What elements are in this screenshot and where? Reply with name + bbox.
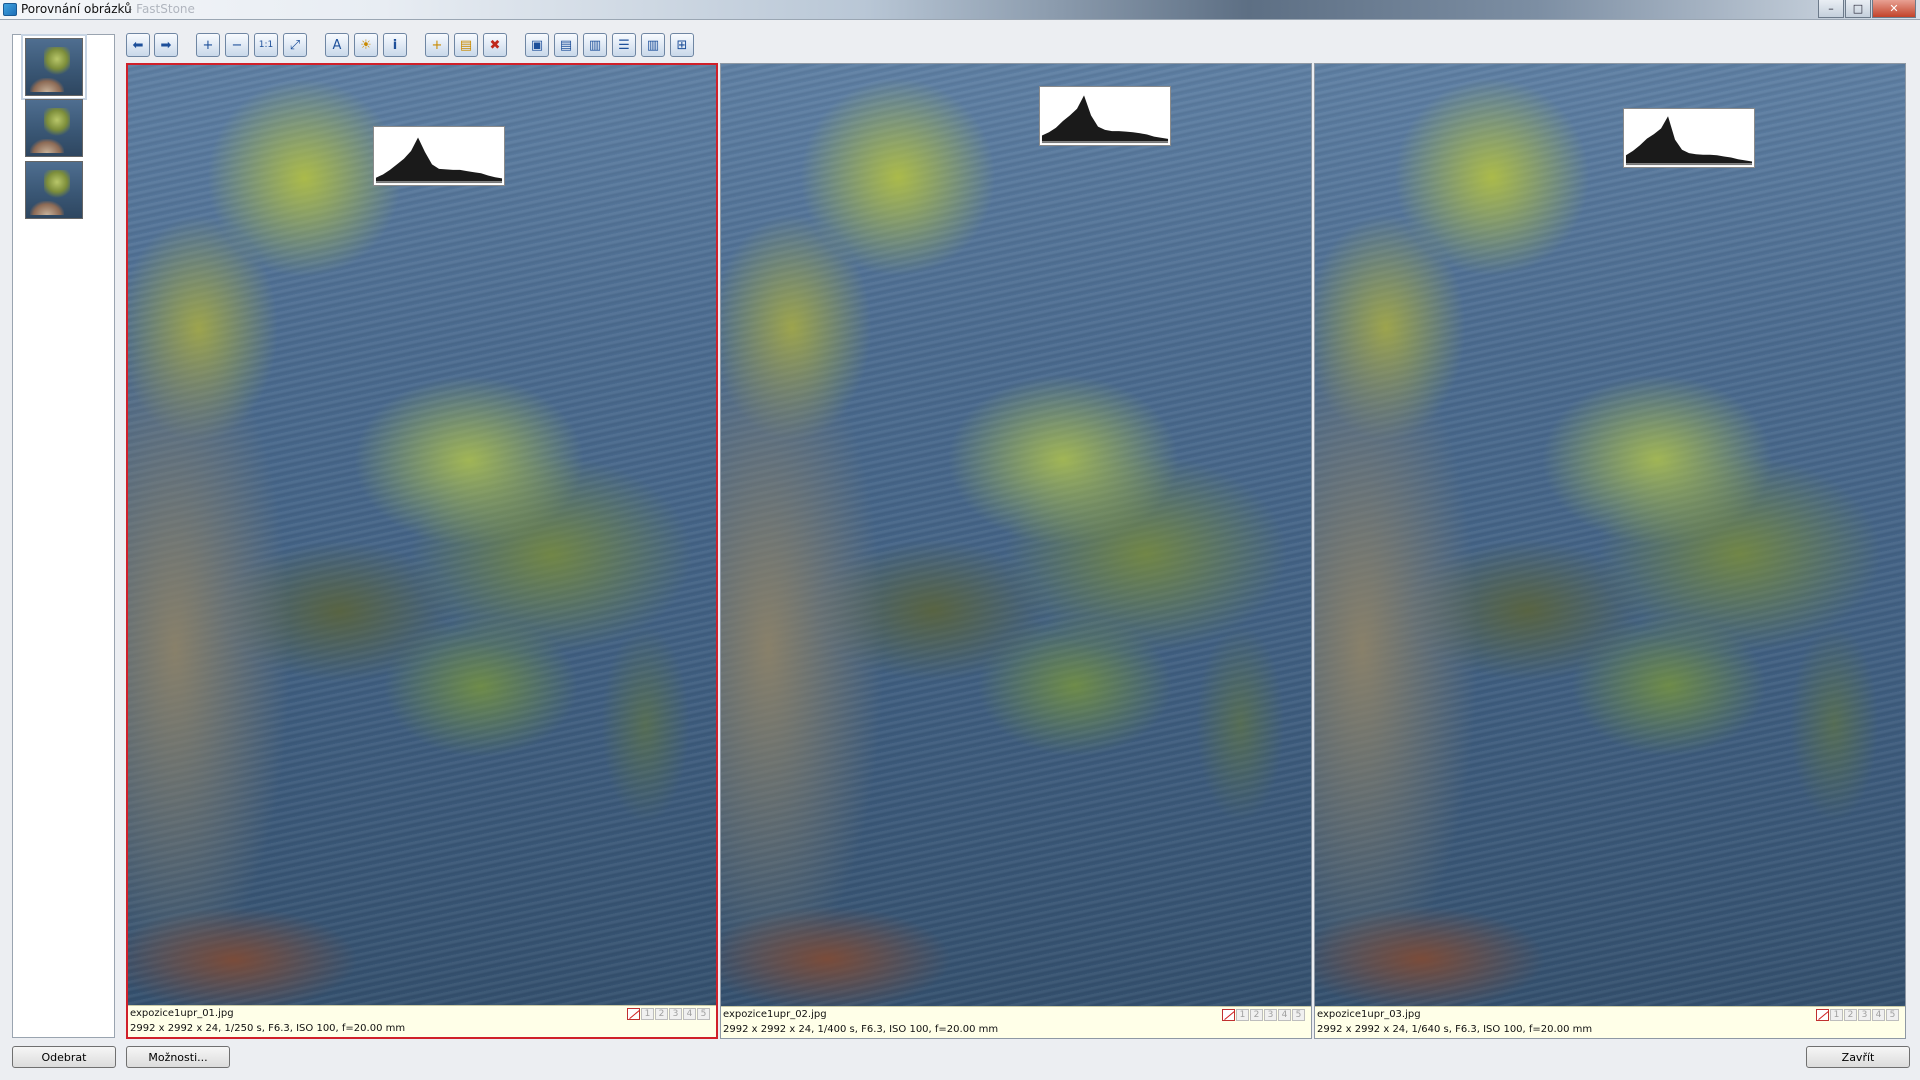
rating-3[interactable]: 3	[1858, 1009, 1871, 1021]
histogram	[373, 126, 505, 186]
rating-5[interactable]: 5	[1886, 1009, 1899, 1021]
file-name: expozice1upr_02.jpg	[723, 1009, 827, 1020]
rating-3[interactable]: 3	[669, 1008, 682, 1020]
fit-to-window-icon[interactable]: ⤢	[283, 33, 307, 57]
image-viewer[interactable]	[128, 65, 716, 1007]
image-info-bar: expozice1upr_01.jpg 2992 x 2992 x 24, 1/…	[128, 1005, 716, 1037]
image-metadata: 2992 x 2992 x 24, 1/640 s, F6.3, ISO 100…	[1317, 1024, 1593, 1035]
forward-arrow-icon[interactable]: ➡	[154, 33, 178, 57]
highlight-icon[interactable]: ☀	[354, 33, 378, 57]
title-bar: Porovnání obrázků - FastStone – □ ✕	[0, 0, 1920, 20]
maximize-button[interactable]: □	[1845, 0, 1871, 18]
rating-1[interactable]: 1	[1830, 1009, 1843, 1021]
info-icon[interactable]: i	[383, 33, 407, 57]
close-window-button[interactable]: ✕	[1872, 0, 1916, 18]
reject-icon[interactable]	[1816, 1009, 1829, 1021]
histogram-graph	[375, 137, 503, 184]
thumbnail-2[interactable]	[25, 99, 83, 157]
rating-2[interactable]: 2	[1844, 1009, 1857, 1021]
image-pane-2[interactable]: expozice1upr_02.jpg 2992 x 2992 x 24, 1/…	[720, 63, 1312, 1039]
rating-4[interactable]: 4	[683, 1008, 696, 1020]
histogram	[1039, 86, 1171, 146]
window-title: Porovnání obrázků	[21, 2, 132, 16]
zoom-out-icon[interactable]: −	[225, 33, 249, 57]
image-info-bar: expozice1upr_03.jpg 2992 x 2992 x 24, 1/…	[1315, 1006, 1905, 1038]
zoom-in-icon[interactable]: +	[196, 33, 220, 57]
app-icon	[3, 3, 17, 16]
actual-size-icon[interactable]: 1:1	[254, 33, 278, 57]
rating-5[interactable]: 5	[697, 1008, 710, 1020]
thumbnail-list[interactable]	[12, 34, 115, 1038]
rating-bar: 1 2 3 4 5	[1222, 1009, 1305, 1021]
rating-1[interactable]: 1	[641, 1008, 654, 1020]
rating-4[interactable]: 4	[1872, 1009, 1885, 1021]
layout-two-columns-icon[interactable]: ▥	[583, 33, 607, 57]
rating-bar: 1 2 3 4 5	[627, 1008, 710, 1020]
image-viewer[interactable]	[721, 64, 1311, 1006]
histogram-baseline	[375, 181, 503, 184]
reject-icon[interactable]	[627, 1008, 640, 1020]
remove-button[interactable]: Odebrat	[12, 1046, 116, 1068]
reject-icon[interactable]	[1222, 1009, 1235, 1021]
histogram-baseline	[1625, 163, 1753, 166]
layout-rows-icon[interactable]: ☰	[612, 33, 636, 57]
rating-5[interactable]: 5	[1292, 1009, 1305, 1021]
rename-icon[interactable]: A	[325, 33, 349, 57]
rating-1[interactable]: 1	[1236, 1009, 1249, 1021]
histogram-baseline	[1041, 141, 1169, 144]
layout-columns-icon[interactable]: ▥	[641, 33, 665, 57]
image-pane-1[interactable]: expozice1upr_01.jpg 2992 x 2992 x 24, 1/…	[126, 63, 718, 1039]
rating-bar: 1 2 3 4 5	[1816, 1009, 1899, 1021]
layout-two-rows-icon[interactable]: ▤	[554, 33, 578, 57]
histogram	[1623, 108, 1755, 168]
histogram-curve	[375, 137, 503, 182]
rating-2[interactable]: 2	[1250, 1009, 1263, 1021]
rating-2[interactable]: 2	[655, 1008, 668, 1020]
histogram-graph	[1041, 95, 1169, 144]
image-pane-3[interactable]: expozice1upr_03.jpg 2992 x 2992 x 24, 1/…	[1314, 63, 1906, 1039]
options-button[interactable]: Možnosti...	[126, 1046, 230, 1068]
layout-single-icon[interactable]: ▣	[525, 33, 549, 57]
window-title-background: - FastStone	[128, 2, 195, 16]
thumbnail-3[interactable]	[25, 161, 83, 219]
file-name: expozice1upr_03.jpg	[1317, 1009, 1421, 1020]
minimize-button[interactable]: –	[1818, 0, 1844, 18]
layout-grid-icon[interactable]: ⊞	[670, 33, 694, 57]
add-image-icon[interactable]: +	[425, 33, 449, 57]
back-arrow-icon[interactable]: ⬅	[126, 33, 150, 57]
image-metadata: 2992 x 2992 x 24, 1/400 s, F6.3, ISO 100…	[723, 1024, 999, 1035]
histogram-curve	[1625, 116, 1753, 164]
rating-3[interactable]: 3	[1264, 1009, 1277, 1021]
image-info-bar: expozice1upr_02.jpg 2992 x 2992 x 24, 1/…	[721, 1006, 1311, 1038]
open-folder-icon[interactable]: ▤	[454, 33, 478, 57]
histogram-graph	[1625, 116, 1753, 166]
delete-icon[interactable]: ✖	[483, 33, 507, 57]
close-button[interactable]: Zavřít	[1806, 1046, 1910, 1068]
image-viewer[interactable]	[1315, 64, 1905, 1006]
thumbnail-1[interactable]	[21, 34, 87, 100]
file-name: expozice1upr_01.jpg	[130, 1008, 234, 1019]
rating-4[interactable]: 4	[1278, 1009, 1291, 1021]
histogram-curve	[1041, 95, 1169, 142]
image-metadata: 2992 x 2992 x 24, 1/250 s, F6.3, ISO 100…	[130, 1023, 406, 1034]
